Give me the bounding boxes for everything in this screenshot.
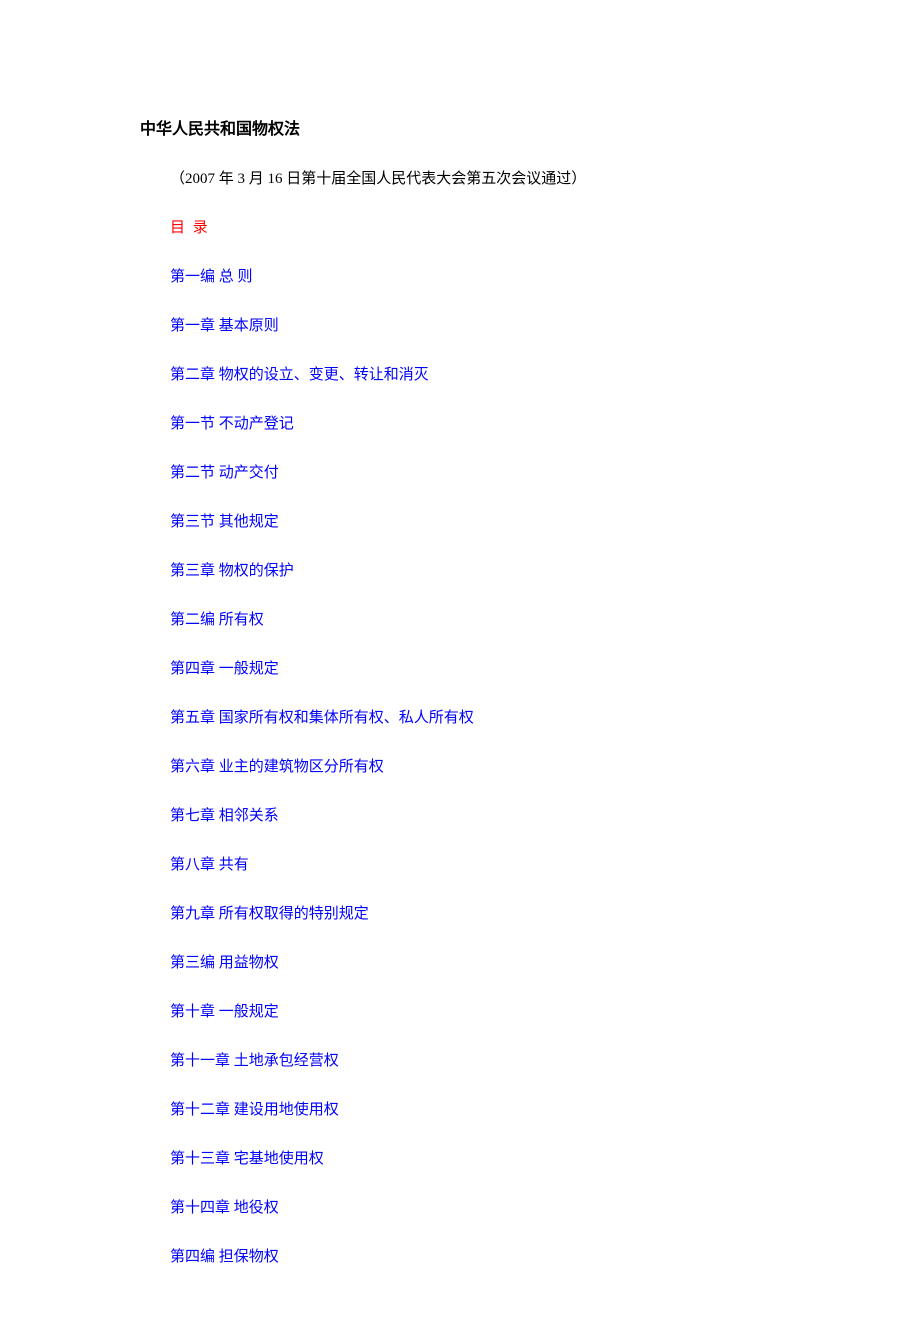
toc-link[interactable]: 第八章 共有 [170,853,780,874]
toc-link[interactable]: 第二节 动产交付 [170,461,780,482]
toc-link[interactable]: 第一节 不动产登记 [170,412,780,433]
document-subtitle: （2007 年 3 月 16 日第十届全国人民代表大会第五次会议通过） [170,167,780,188]
toc-link[interactable]: 第六章 业主的建筑物区分所有权 [170,755,780,776]
toc-link[interactable]: 第十一章 土地承包经营权 [170,1049,780,1070]
toc-link[interactable]: 第四章 一般规定 [170,657,780,678]
toc-link[interactable]: 第二章 物权的设立、变更、转让和消灭 [170,363,780,384]
toc-link[interactable]: 第三节 其他规定 [170,510,780,531]
toc-link[interactable]: 第七章 相邻关系 [170,804,780,825]
toc-link[interactable]: 第十二章 建设用地使用权 [170,1098,780,1119]
toc-link[interactable]: 第三编 用益物权 [170,951,780,972]
toc-heading: 目 录 [170,216,780,237]
toc-link[interactable]: 第五章 国家所有权和集体所有权、私人所有权 [170,706,780,727]
toc-link[interactable]: 第二编 所有权 [170,608,780,629]
toc-link[interactable]: 第十三章 宅基地使用权 [170,1147,780,1168]
toc-link[interactable]: 第十四章 地役权 [170,1196,780,1217]
toc-link[interactable]: 第三章 物权的保护 [170,559,780,580]
toc-link[interactable]: 第十章 一般规定 [170,1000,780,1021]
toc-link[interactable]: 第一编 总 则 [170,265,780,286]
toc-link[interactable]: 第四编 担保物权 [170,1245,780,1266]
toc-link[interactable]: 第九章 所有权取得的特别规定 [170,902,780,923]
toc-link[interactable]: 第一章 基本原则 [170,314,780,335]
document-title: 中华人民共和国物权法 [140,115,780,139]
